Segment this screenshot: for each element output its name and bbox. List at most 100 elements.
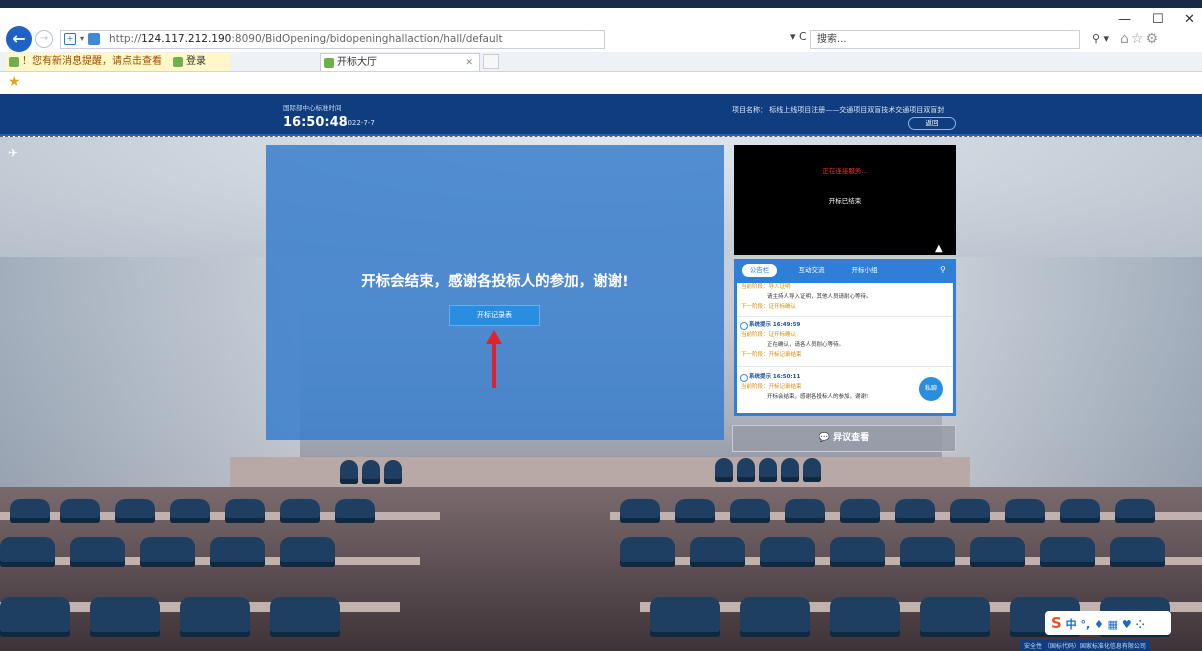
seat	[785, 499, 825, 523]
seat	[950, 499, 990, 523]
red-arrow-icon	[486, 330, 502, 388]
seat	[0, 597, 70, 637]
end-message: 开标会结束，感谢各投标人的参加，谢谢!	[361, 274, 629, 290]
site-favicon-icon	[88, 33, 100, 45]
tab-bulletin[interactable]: 公告栏	[742, 264, 777, 277]
left-wall	[0, 257, 300, 487]
maximize-button[interactable]: ☐	[1152, 12, 1164, 27]
tab-login[interactable]: 登录	[170, 53, 230, 71]
seat	[270, 597, 340, 637]
footer-text: 安全性 （国标代码）国家标准化信息有限公司	[1020, 640, 1150, 651]
video-error-text: 正在连接服务...	[822, 167, 868, 175]
sogou-s-icon: S	[1051, 614, 1062, 632]
seat	[70, 537, 125, 567]
project-name: 项目名称： 标线上线项目注册——交通项目双盲技术交通项目双盲封	[732, 106, 945, 114]
search-input[interactable]: 搜索...	[810, 30, 1080, 49]
bid-record-button[interactable]: 开标记录表	[449, 305, 540, 326]
tab-bid-group[interactable]: 开标小组	[842, 264, 887, 277]
url-scheme: http://	[109, 33, 142, 45]
seat	[675, 499, 715, 523]
seat	[737, 458, 755, 482]
back-arrow-icon[interactable]: ←	[6, 26, 32, 52]
current-date: 2022-7-7	[343, 119, 375, 127]
seat	[690, 537, 745, 567]
seat	[840, 499, 880, 523]
refresh-icon[interactable]: ▾ C	[790, 30, 807, 43]
message-text: 开标会结束，感谢各投标人的参加，谢谢!	[767, 394, 869, 400]
dropdown-icon[interactable]: ▾	[80, 34, 84, 43]
message-next-phase: 下一阶段：证开标确认	[741, 304, 797, 310]
url-input[interactable]: http://124.117.212.190:8090/BidOpening/b…	[60, 30, 605, 49]
seat	[115, 499, 155, 523]
chat-tabs: 公告栏 互动交流 开标小组 ⚲	[734, 259, 956, 281]
seat	[920, 597, 990, 637]
message-next-phase: 下一阶段：开标记录结束	[741, 352, 802, 358]
avatar-icon	[740, 374, 748, 382]
ime-toolbar[interactable]: S 中 °, ♦ ▦ ♥ ⁘	[1045, 611, 1171, 635]
seat	[740, 597, 810, 637]
favorites-star-icon[interactable]: ★	[8, 74, 21, 90]
minimize-button[interactable]: —	[1118, 12, 1131, 27]
return-button[interactable]: 返回	[908, 117, 956, 130]
close-tab-icon[interactable]: ✕	[465, 54, 473, 72]
bird-logo-icon: ✈	[8, 146, 19, 160]
message-divider	[737, 316, 953, 317]
message-sender: 系统提示 16:50:11	[749, 374, 801, 380]
message-text: 正在确认，请各人员耐心等待。	[767, 342, 845, 348]
seat	[140, 537, 195, 567]
seat	[225, 499, 265, 523]
current-time: 16:50:48	[283, 115, 348, 130]
seat	[830, 597, 900, 637]
seat	[0, 537, 55, 567]
close-window-button[interactable]: ✕	[1184, 12, 1195, 27]
seat	[715, 458, 733, 482]
seat	[10, 499, 50, 523]
right-wall	[942, 257, 1202, 487]
chat-search-icon[interactable]: ⚲	[940, 265, 946, 274]
video-player[interactable]: 正在连接服务... 开标已结束	[734, 145, 956, 255]
seat	[362, 460, 380, 484]
seat	[384, 460, 402, 484]
search-icon[interactable]: ⚲ ▾	[1092, 32, 1109, 45]
message-text: 请主持人导入证明，其他人员请耐心等待。	[767, 294, 872, 300]
seat	[280, 537, 335, 567]
seat	[620, 537, 675, 567]
toolbar-icons[interactable]: ⌂☆⚙	[1120, 31, 1160, 47]
tab-interaction[interactable]: 互动交流	[789, 264, 834, 277]
seat	[759, 458, 777, 482]
tab-favicon-icon	[173, 57, 183, 67]
tab-bid-hall[interactable]: 开标大厅 ✕	[320, 53, 480, 71]
seat	[1005, 499, 1045, 523]
seat	[803, 458, 821, 482]
tab-strip: ！您有新消息提醒，请点击查看 登录 开标大厅 ✕	[0, 52, 1202, 72]
main-status-panel: 开标会结束，感谢各投标人的参加，谢谢! 开标记录表	[266, 145, 724, 440]
url-path: :8090/BidOpening/bidopeninghallaction/ha…	[231, 33, 503, 45]
os-taskbar-strip	[0, 0, 1202, 8]
seat	[895, 499, 935, 523]
private-chat-button[interactable]: 私聊	[919, 377, 943, 401]
seat	[900, 537, 955, 567]
new-tab-button[interactable]	[483, 54, 499, 69]
objection-view-button[interactable]: 💬 异议查看	[732, 425, 956, 452]
seat	[781, 458, 799, 482]
seat	[335, 499, 375, 523]
seat	[1060, 499, 1100, 523]
seat	[970, 537, 1025, 567]
tab-notice[interactable]: ！您有新消息提醒，请点击查看	[6, 53, 171, 71]
seat	[830, 537, 885, 567]
hall-header: 国际部中心标准时间 16:50:48 2022-7-7 项目名称： 标线上线项目…	[0, 94, 1202, 136]
compat-view-icon[interactable]: +	[64, 33, 76, 45]
seat	[620, 499, 660, 523]
message-divider	[737, 366, 953, 367]
seat	[180, 597, 250, 637]
seat	[650, 597, 720, 637]
seat	[60, 499, 100, 523]
seat	[170, 499, 210, 523]
mouse-cursor-icon: ▲	[935, 243, 943, 254]
forward-arrow-icon[interactable]: →	[35, 30, 53, 48]
message-sender: 系统提示 16:49:59	[749, 322, 801, 328]
address-bar-row: ← → http://124.117.212.190:8090/BidOpeni…	[0, 26, 1202, 52]
favorites-bar: ★	[0, 72, 1202, 94]
seat	[90, 597, 160, 637]
seat	[730, 499, 770, 523]
